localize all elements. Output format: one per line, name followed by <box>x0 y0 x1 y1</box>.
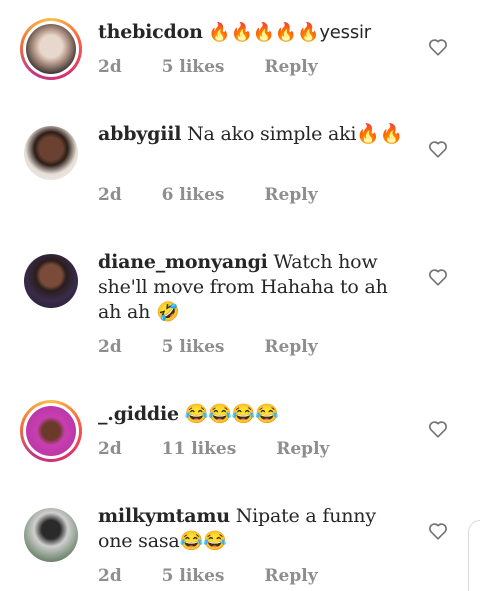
avatar[interactable] <box>26 406 76 456</box>
heart-outline-icon[interactable] <box>428 268 448 286</box>
reply-button[interactable]: Reply <box>264 57 317 77</box>
avatar[interactable] <box>24 254 78 308</box>
overlay-panel-edge <box>468 520 480 591</box>
avatar[interactable] <box>24 126 78 180</box>
comment-age: 2d <box>98 185 122 205</box>
heart-outline-icon[interactable] <box>428 140 448 158</box>
story-ring[interactable] <box>20 400 82 462</box>
comment-age: 2d <box>98 57 122 77</box>
comment-username[interactable]: abbygiil <box>98 123 181 145</box>
comment-age: 2d <box>98 439 122 459</box>
reply-button[interactable]: Reply <box>264 566 317 586</box>
avatar-wrap[interactable] <box>20 504 82 566</box>
comment-likes[interactable]: 5 likes <box>162 337 225 357</box>
comment-likes[interactable]: 6 likes <box>162 185 225 205</box>
reply-button[interactable]: Reply <box>276 439 329 459</box>
heart-outline-icon[interactable] <box>428 420 448 438</box>
avatar-wrap[interactable] <box>20 250 82 312</box>
heart-outline-icon[interactable] <box>428 522 448 540</box>
comment-username[interactable]: _.giddie <box>98 403 179 425</box>
comment-text: 🔥🔥🔥🔥🔥yessir <box>202 22 372 43</box>
comment-age: 2d <box>98 566 122 586</box>
comment-likes[interactable]: 5 likes <box>162 57 225 77</box>
comment-username[interactable]: milkymtamu <box>98 505 230 527</box>
comment-text: 😂😂😂😂 <box>178 403 279 425</box>
avatar-wrap[interactable] <box>20 122 82 184</box>
reply-button[interactable]: Reply <box>264 185 317 205</box>
comment-username[interactable]: thebicdon <box>98 21 203 43</box>
comment-username[interactable]: diane_monyangi <box>98 251 268 273</box>
comment-text: Na ako simple aki🔥🔥 <box>181 123 404 145</box>
avatar[interactable] <box>24 508 78 562</box>
reply-button[interactable]: Reply <box>264 337 317 357</box>
comment-age: 2d <box>98 337 122 357</box>
comment-likes[interactable]: 5 likes <box>162 566 225 586</box>
comment-likes[interactable]: 11 likes <box>162 439 237 459</box>
avatar[interactable] <box>26 24 76 74</box>
heart-outline-icon[interactable] <box>428 38 448 56</box>
story-ring[interactable] <box>20 18 82 80</box>
